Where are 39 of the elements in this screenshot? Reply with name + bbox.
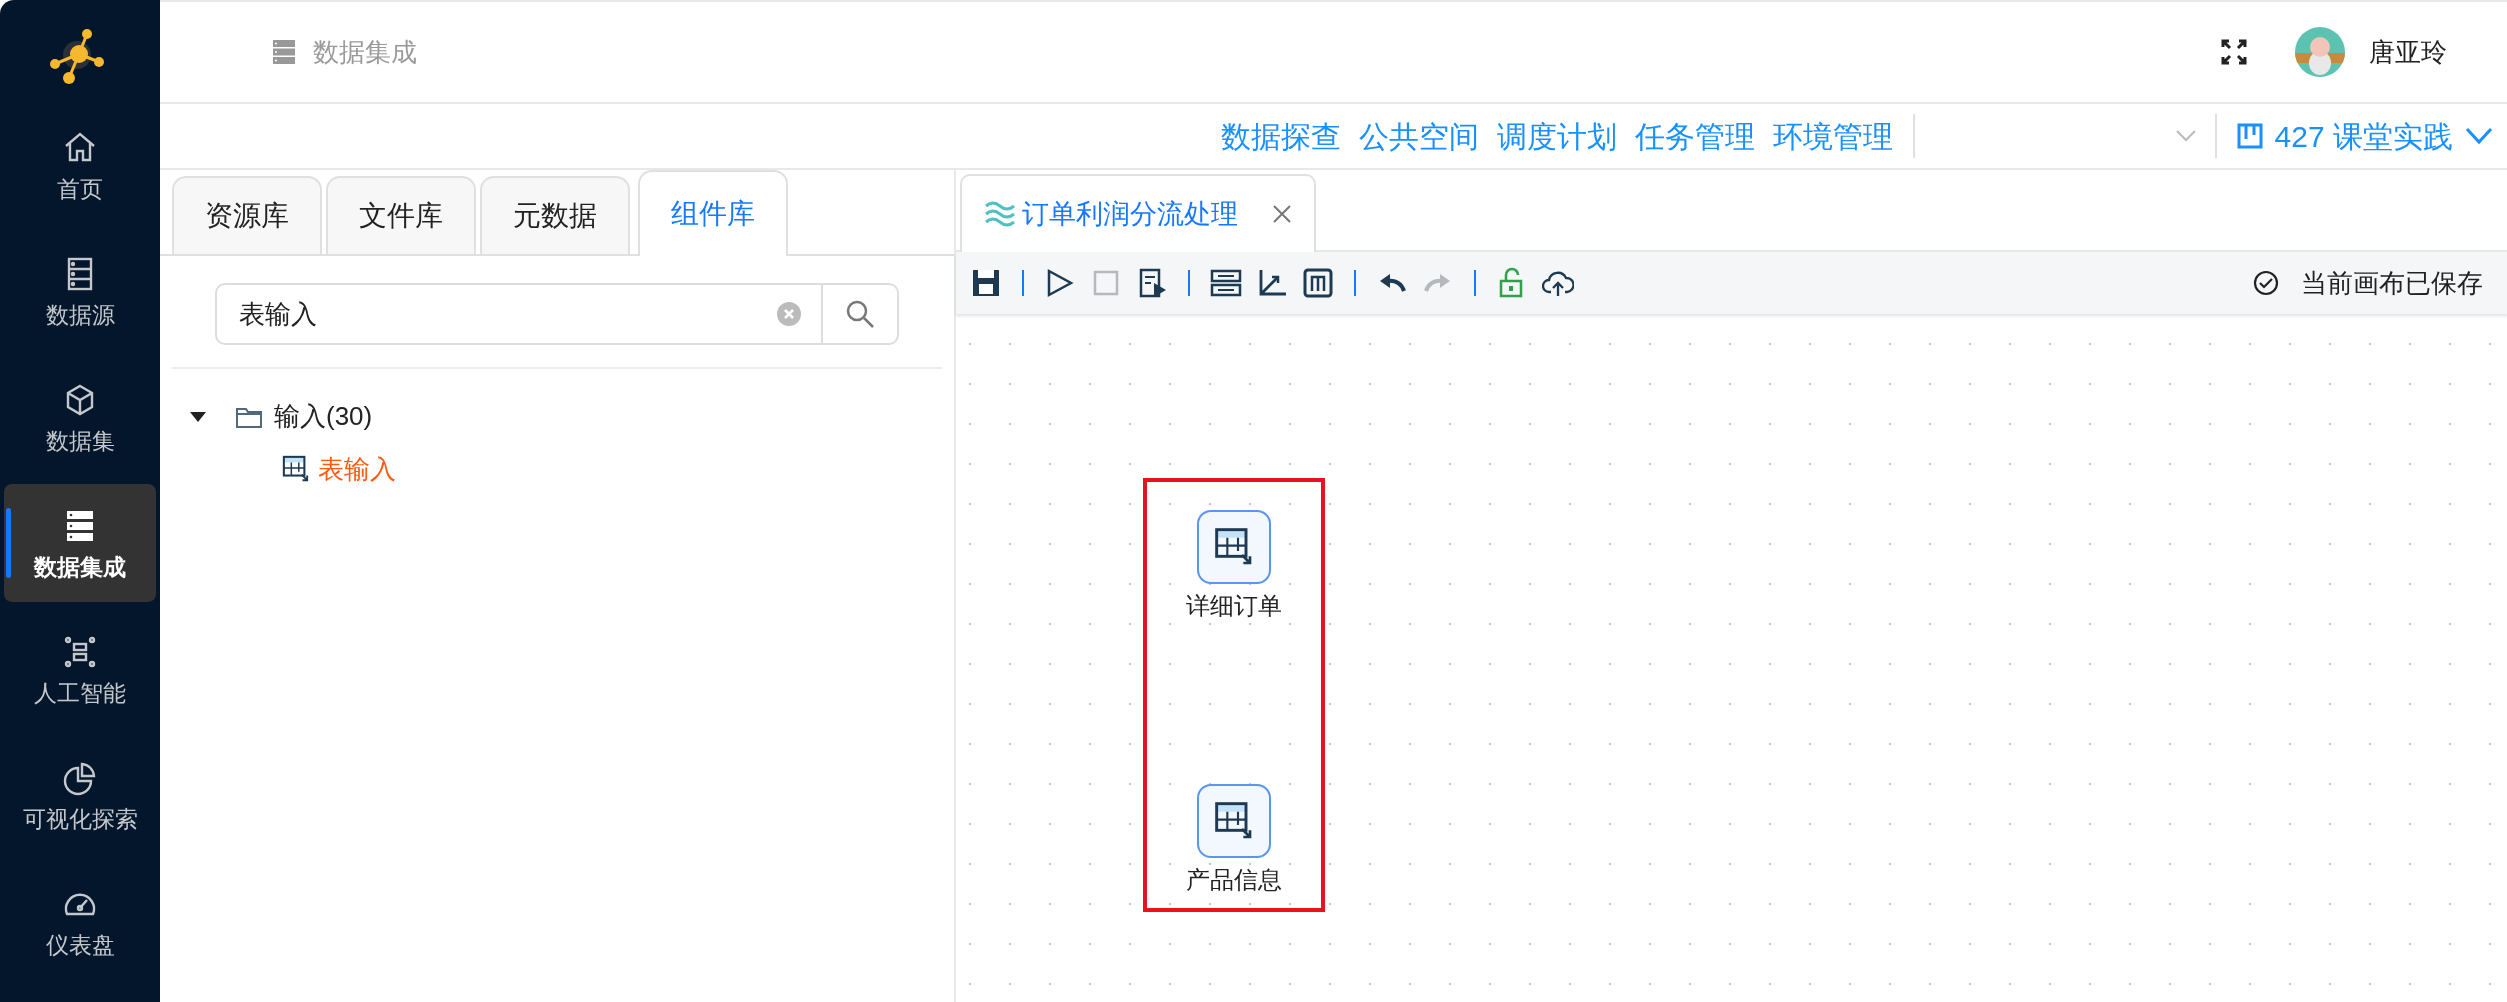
save-status: 当前画布已保存 (2301, 266, 2483, 300)
table-input-node[interactable] (1197, 784, 1271, 858)
editor-tab[interactable]: 订单利润分流处理 (960, 174, 1316, 252)
node-label: 产品信息 (1186, 865, 1282, 895)
panel-tab[interactable]: 资源库 (172, 176, 322, 254)
fullscreen-icon[interactable] (2221, 39, 2247, 65)
panel-tab[interactable]: 元数据 (480, 176, 630, 254)
tree-item[interactable]: 输入(30) (274, 397, 373, 436)
table-input-icon (282, 455, 310, 483)
search-icon[interactable] (845, 299, 875, 329)
page-title: 数据集成 (313, 35, 417, 69)
m-box-icon[interactable] (1302, 267, 1334, 299)
expand-toggle-icon[interactable] (190, 410, 206, 423)
server-icon (273, 40, 295, 64)
save-icon[interactable] (970, 267, 1002, 299)
folder-icon (236, 405, 262, 428)
sidebar-item[interactable]: 可视化探索 (4, 736, 156, 854)
check-circle-icon (2253, 270, 2279, 296)
panel-tab[interactable]: 文件库 (326, 176, 476, 254)
avatar[interactable] (2295, 27, 2345, 77)
table-input-node[interactable] (1197, 510, 1271, 584)
sidebar-item[interactable]: 人工智能 (4, 610, 156, 728)
table-input-icon (1214, 527, 1254, 567)
user-name[interactable]: 唐亚玲 (2369, 32, 2447, 72)
search-box[interactable]: 表输入 (215, 283, 899, 345)
sidebar-item[interactable]: 仪表盘 (4, 862, 156, 980)
layout-icon[interactable] (1210, 267, 1242, 299)
board-icon (2236, 123, 2263, 149)
table-input-icon (1214, 801, 1254, 841)
waves-icon (984, 201, 1016, 227)
sidebar-item[interactable]: 数据集成 (4, 484, 156, 602)
close-icon[interactable] (1272, 204, 1292, 224)
sidebar-item[interactable]: 数据源 (4, 232, 156, 350)
sidebar-item[interactable]: 首页 (4, 106, 156, 224)
panel-tab[interactable]: 组件库 (638, 170, 788, 256)
search-field[interactable]: 表输入 (217, 285, 777, 343)
chevron-down-icon (2465, 127, 2493, 145)
sidebar-item[interactable]: 数据集 (4, 358, 156, 476)
node-label: 详细订单 (1186, 591, 1282, 621)
